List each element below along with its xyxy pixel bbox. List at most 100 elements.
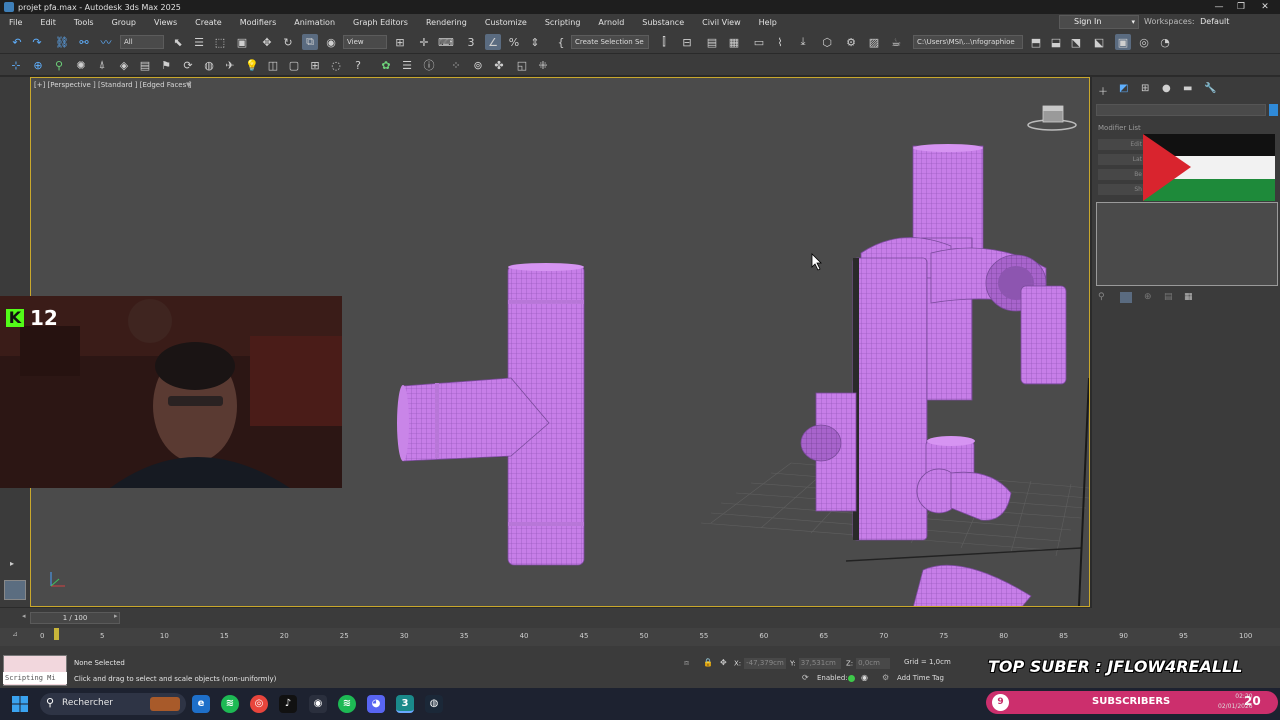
- modifier-button[interactable]: Edit: [1098, 139, 1144, 150]
- selection-lock-icon[interactable]: 🔒: [703, 658, 713, 667]
- undo-icon[interactable]: ↶: [9, 34, 25, 50]
- transform-icon[interactable]: ⊞: [307, 57, 323, 73]
- menu-customize[interactable]: Customize: [476, 18, 536, 27]
- system-icon[interactable]: ◈: [116, 57, 132, 73]
- curve-editor-icon[interactable]: ⌇: [772, 34, 788, 50]
- notes-icon[interactable]: ▤: [137, 57, 153, 73]
- schematic-view-icon[interactable]: ⤓: [795, 34, 811, 50]
- motion-tab-icon[interactable]: ●: [1162, 83, 1171, 94]
- menu-help[interactable]: Help: [750, 18, 786, 27]
- system-clock[interactable]: 02:20 02/01/2026: [1218, 692, 1253, 712]
- remove-modifier-icon[interactable]: ▤: [1164, 292, 1173, 302]
- modifier-button[interactable]: Lat: [1098, 154, 1144, 165]
- helpers-icon[interactable]: ⊕: [30, 57, 46, 73]
- y-value-field[interactable]: 37,531cm: [798, 658, 841, 669]
- select-by-name-icon[interactable]: ☰: [191, 34, 207, 50]
- menu-edit[interactable]: Edit: [31, 18, 65, 27]
- tree-icon[interactable]: ✿: [378, 57, 394, 73]
- time-slider[interactable]: ◂ 1 / 100 ▸: [0, 608, 1280, 628]
- selection-filter-dropdown[interactable]: All: [120, 35, 164, 49]
- spinner-snap-icon[interactable]: ⇕: [527, 34, 543, 50]
- windows-start-icon[interactable]: [12, 696, 28, 712]
- add-time-tag-button[interactable]: Add Time Tag: [897, 674, 944, 682]
- reference-coord-dropdown[interactable]: View: [343, 35, 387, 49]
- menu-tools[interactable]: Tools: [65, 18, 103, 27]
- expand-arrow-icon[interactable]: ▸: [10, 559, 14, 568]
- create-geometry-icon[interactable]: ⊹: [8, 57, 24, 73]
- modifier-list-dropdown[interactable]: Modifier List: [1096, 122, 1276, 134]
- spotify-icon[interactable]: ≋: [221, 695, 239, 713]
- display-tab-icon[interactable]: ▬: [1183, 83, 1192, 94]
- menu-file[interactable]: File: [0, 18, 31, 27]
- info-icon[interactable]: ⓘ: [421, 57, 437, 73]
- folder-icon[interactable]: ⬕: [1091, 34, 1107, 50]
- select-manipulate-icon[interactable]: ✛: [416, 34, 432, 50]
- particles-icon[interactable]: ✺: [73, 57, 89, 73]
- time-tag-icon[interactable]: ⚙: [882, 673, 889, 682]
- ribbon-toggle-icon[interactable]: ▣: [1115, 34, 1131, 50]
- render-active-icon[interactable]: ◔: [1157, 34, 1173, 50]
- menu-views[interactable]: Views: [145, 18, 186, 27]
- menu-graph-editors[interactable]: Graph Editors: [344, 18, 417, 27]
- menu-animation[interactable]: Animation: [285, 18, 344, 27]
- scene-explorer-icon[interactable]: ▤: [704, 34, 720, 50]
- menu-create[interactable]: Create: [186, 18, 231, 27]
- angle-snap-icon[interactable]: ∠: [485, 34, 501, 50]
- material-icon[interactable]: ◍: [201, 57, 217, 73]
- maxscript-mini-listener[interactable]: Scripting Mi: [3, 672, 67, 684]
- modifier-button[interactable]: Be: [1098, 169, 1144, 180]
- render-icon[interactable]: ◎: [1136, 34, 1152, 50]
- modify-tab-icon[interactable]: ◩: [1119, 83, 1128, 94]
- snap-grid-icon[interactable]: ⁘: [448, 57, 464, 73]
- percent-snap-icon[interactable]: %: [506, 34, 522, 50]
- obs-icon[interactable]: ◉: [309, 695, 327, 713]
- box-icon[interactable]: ◫: [265, 57, 281, 73]
- snap-settings-icon[interactable]: ⁜: [535, 57, 551, 73]
- configure-modifier-sets-icon[interactable]: ▦: [1184, 292, 1193, 302]
- project-folder-dropdown[interactable]: C:\Users\MSI\...\nfographioe: [913, 35, 1023, 49]
- named-selection-dropdown[interactable]: Create Selection Se: [571, 35, 649, 49]
- edit-named-selection-icon[interactable]: {: [553, 34, 569, 50]
- list-icon[interactable]: ☰: [399, 57, 415, 73]
- redo-icon[interactable]: ↷: [29, 34, 45, 50]
- save-project-icon[interactable]: ⬓: [1048, 34, 1064, 50]
- layer-explorer-icon[interactable]: ▦: [726, 34, 742, 50]
- steam-icon[interactable]: ◍: [425, 695, 443, 713]
- rendered-frame-icon[interactable]: ▨: [866, 34, 882, 50]
- sign-in-button[interactable]: Sign In ▾: [1059, 15, 1139, 29]
- unlink-icon[interactable]: ⚯: [76, 34, 92, 50]
- place-icon[interactable]: ◉: [323, 34, 339, 50]
- frame-counter[interactable]: 1 / 100: [30, 612, 120, 624]
- keyboard-shortcut-icon[interactable]: ⌨: [438, 34, 454, 50]
- window-crossing-icon[interactable]: ▣: [234, 34, 250, 50]
- pin-icon[interactable]: ⚑: [158, 57, 174, 73]
- object-name-field[interactable]: [1096, 104, 1266, 116]
- show-end-result-icon[interactable]: [1120, 292, 1132, 303]
- tiktok-icon[interactable]: ♪: [279, 695, 297, 713]
- discord-icon[interactable]: ◕: [367, 695, 385, 713]
- z-value-field[interactable]: 0,0cm: [856, 658, 891, 669]
- hierarchy-tab-icon[interactable]: ⊞: [1141, 83, 1149, 94]
- create-tab-icon[interactable]: ＋: [1098, 83, 1108, 98]
- frame-icon[interactable]: ▢: [286, 57, 302, 73]
- track-bar[interactable]: ⊿ 0 5 10 15 20 25 30 35 40 45 50 55 60 65 70 75 80 85 90 95…: [0, 628, 1280, 646]
- close-button[interactable]: ✕: [1252, 0, 1278, 14]
- cycle-icon[interactable]: ⟳: [180, 57, 196, 73]
- link-icon[interactable]: ⛓: [54, 34, 70, 50]
- menu-rendering[interactable]: Rendering: [417, 18, 476, 27]
- menu-group[interactable]: Group: [103, 18, 145, 27]
- utilities-tab-icon[interactable]: 🔧: [1204, 83, 1216, 94]
- rectangular-selection-icon[interactable]: ⬚: [212, 34, 228, 50]
- modifier-stack-view[interactable]: [1096, 202, 1278, 286]
- scale-icon[interactable]: ⧉: [302, 34, 318, 50]
- eye-icon[interactable]: ◌: [328, 57, 344, 73]
- render-setup-icon[interactable]: ⚙: [843, 34, 859, 50]
- shape-icon[interactable]: ⍋: [94, 57, 110, 73]
- adaptive-degradation-icon[interactable]: ⟳: [802, 673, 809, 682]
- snaps-toggle-icon[interactable]: 3: [463, 34, 479, 50]
- snap-face-icon[interactable]: ◱: [514, 57, 530, 73]
- x-value-field[interactable]: -47,379cm: [744, 658, 787, 669]
- menu-substance[interactable]: Substance: [633, 18, 693, 27]
- chrome-icon[interactable]: ◎: [250, 695, 268, 713]
- edge-browser-icon[interactable]: e: [192, 695, 210, 713]
